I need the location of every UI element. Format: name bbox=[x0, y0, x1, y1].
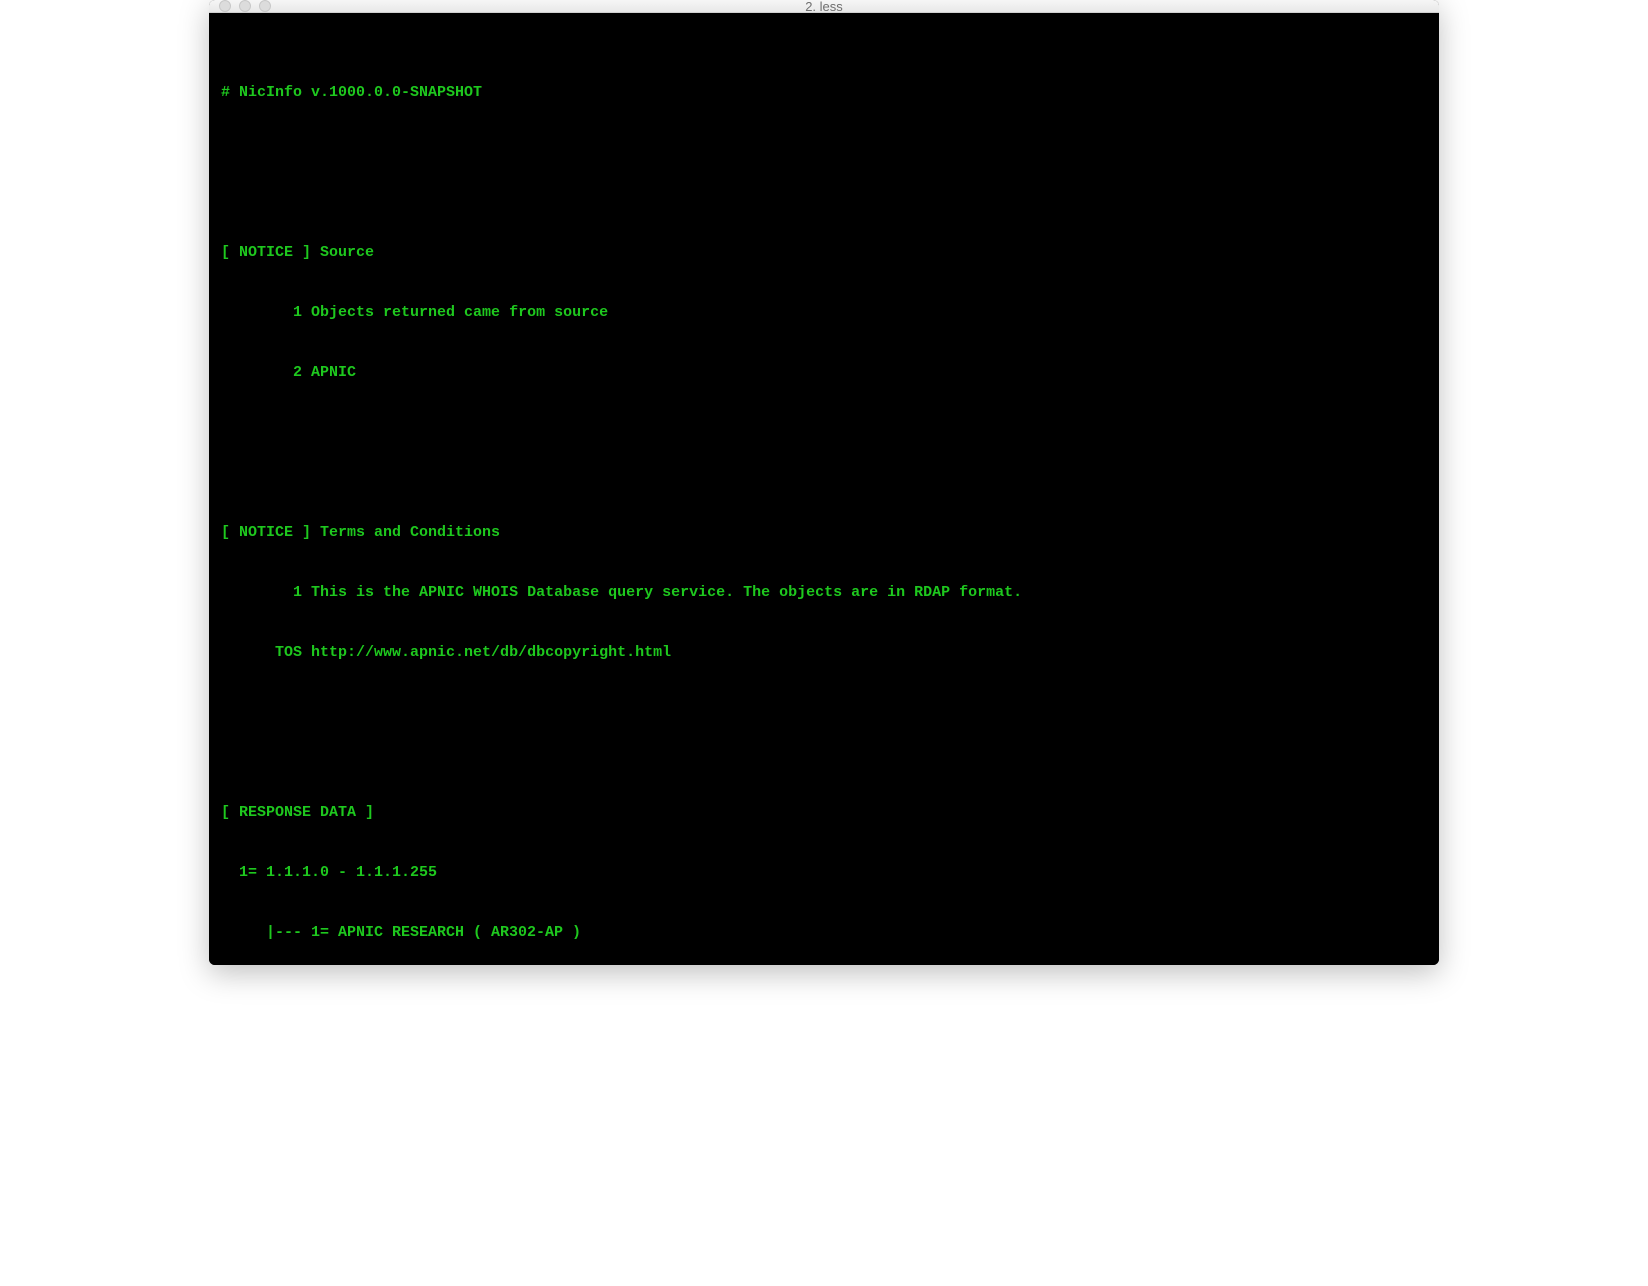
response-root: 1= 1.1.1.0 - 1.1.1.255 bbox=[221, 863, 1427, 883]
tree-branch: |--- 1= APNIC RESEARCH ( AR302-AP ) bbox=[221, 923, 1427, 943]
zoom-icon[interactable] bbox=[259, 0, 271, 12]
terminal-viewport[interactable]: # NicInfo v.1000.0.0-SNAPSHOT [ NOTICE ]… bbox=[209, 13, 1439, 965]
notice-line: 1 This is the APNIC WHOIS Database query… bbox=[221, 583, 1427, 603]
banner-line: # NicInfo v.1000.0.0-SNAPSHOT bbox=[221, 83, 1427, 103]
notice-line: TOS http://www.apnic.net/db/dbcopyright.… bbox=[221, 643, 1427, 663]
notice-header: [ NOTICE ] Terms and Conditions bbox=[221, 523, 1427, 543]
blank-line bbox=[221, 703, 1427, 723]
titlebar[interactable]: 2. less bbox=[209, 0, 1439, 13]
window-title: 2. less bbox=[209, 0, 1439, 14]
close-icon[interactable] bbox=[219, 0, 231, 12]
notice-header: [ NOTICE ] Source bbox=[221, 243, 1427, 263]
blank-line bbox=[221, 423, 1427, 443]
blank-line bbox=[221, 143, 1427, 163]
minimize-icon[interactable] bbox=[239, 0, 251, 12]
notice-line: 1 Objects returned came from source bbox=[221, 303, 1427, 323]
response-header: [ RESPONSE DATA ] bbox=[221, 803, 1427, 823]
window-controls bbox=[209, 0, 271, 12]
notice-line: 2 APNIC bbox=[221, 363, 1427, 383]
terminal-window: 2. less # NicInfo v.1000.0.0-SNAPSHOT [ … bbox=[209, 0, 1439, 965]
